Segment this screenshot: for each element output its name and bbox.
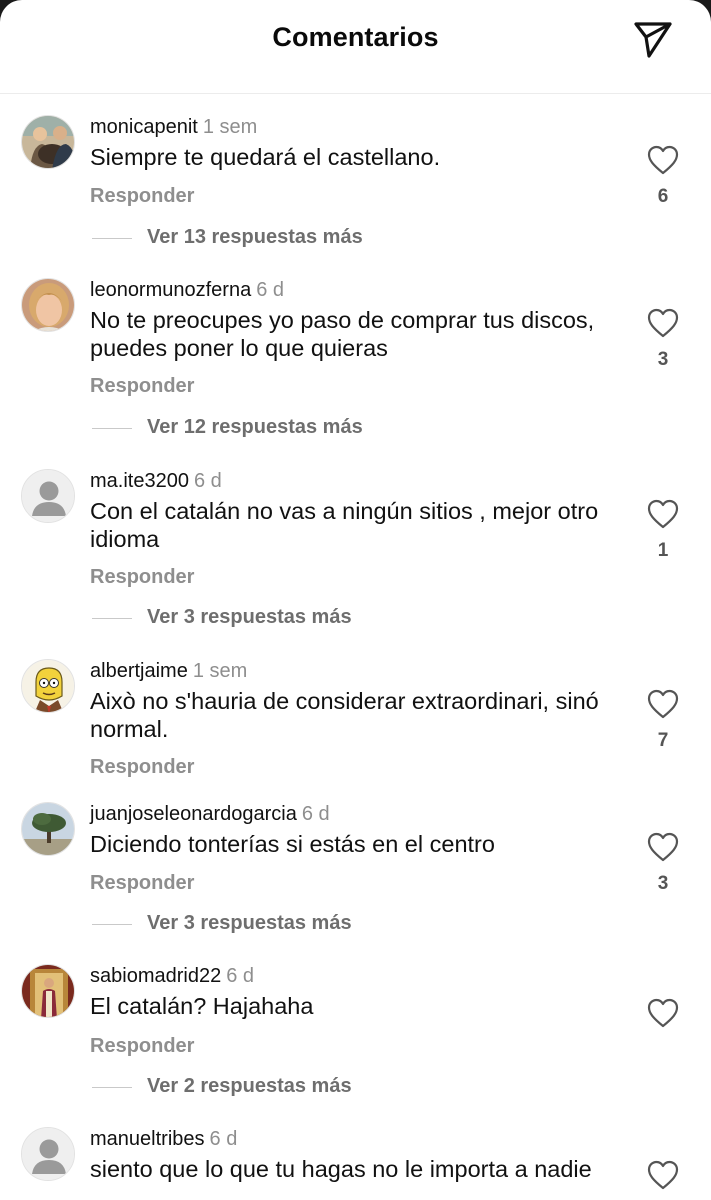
comment-username[interactable]: albertjaime: [90, 660, 188, 682]
comments-header: Comentarios: [0, 0, 711, 94]
replies-divider: [92, 428, 132, 429]
avatar[interactable]: [21, 659, 75, 713]
avatar[interactable]: [21, 1127, 75, 1181]
comment-text: Con el catalán no vas a ningún sitios , …: [90, 498, 599, 552]
comment-text: Això no s'hauria de considerar extraordi…: [90, 688, 599, 742]
comment-text: No te preocupes yo paso de comprar tus d…: [90, 307, 595, 361]
like-count: 6: [657, 186, 669, 207]
reply-button[interactable]: Responder: [90, 872, 194, 895]
like-button[interactable]: [647, 998, 679, 1028]
like-count: 7: [657, 730, 669, 751]
comment-username[interactable]: monicapenit: [90, 116, 198, 138]
comment-username[interactable]: ma.ite3200: [90, 470, 189, 492]
comments-sheet: Comentarios monicapenit 1 sem Siempre te …: [0, 0, 711, 1200]
comment-text: Diciendo tonterías si estás en el centro: [90, 831, 495, 857]
view-replies-label: Ver 2 respuestas más: [147, 1075, 352, 1097]
like-button[interactable]: [647, 499, 679, 529]
heart-icon: [647, 998, 679, 1028]
view-replies-label: Ver 13 respuestas más: [147, 226, 363, 248]
heart-icon: [647, 1160, 679, 1190]
comment-time: 6 d: [209, 1128, 238, 1150]
heart-icon: [647, 689, 679, 719]
like-button[interactable]: [647, 145, 679, 175]
like-count: 3: [657, 349, 669, 370]
comment-username[interactable]: sabiomadrid22: [90, 965, 221, 987]
view-replies-label: Ver 3 respuestas más: [147, 606, 352, 628]
reply-button[interactable]: Responder: [90, 566, 194, 589]
like-button[interactable]: [647, 832, 679, 862]
like-button[interactable]: [647, 689, 679, 719]
reply-button[interactable]: Responder: [90, 375, 194, 398]
page-title: Comentarios: [272, 22, 439, 52]
reply-button[interactable]: Responder: [90, 1035, 194, 1058]
heart-icon: [647, 832, 679, 862]
comment-username[interactable]: leonormunozferna: [90, 279, 251, 301]
like-button[interactable]: [647, 308, 679, 338]
heart-icon: [647, 308, 679, 338]
share-button[interactable]: [632, 18, 674, 60]
avatar[interactable]: [21, 802, 75, 856]
reply-button[interactable]: Responder: [90, 185, 194, 208]
like-count: 3: [657, 873, 669, 894]
replies-divider: [92, 618, 132, 619]
view-replies-label: Ver 3 respuestas más: [147, 912, 352, 934]
comment-text: Siempre te quedará el castellano.: [90, 144, 441, 170]
comment-text: siento que lo que tu hagas no le importa…: [90, 1156, 592, 1182]
comment-text: El catalán? Hajahaha: [90, 993, 314, 1019]
heart-icon: [647, 145, 679, 175]
like-button[interactable]: [647, 1160, 679, 1190]
view-replies-label: Ver 12 respuestas más: [147, 416, 363, 438]
default-user-icon: [22, 1128, 74, 1180]
comment-time: 1 sem: [192, 660, 248, 682]
comment-time: 1 sem: [202, 116, 258, 138]
avatar[interactable]: [21, 115, 75, 169]
default-user-icon: [22, 470, 74, 522]
avatar[interactable]: [21, 964, 75, 1018]
comment-username[interactable]: manueltribes: [90, 1128, 205, 1150]
heart-icon: [647, 499, 679, 529]
reply-button[interactable]: Responder: [90, 756, 194, 779]
send-icon: [634, 22, 672, 58]
comment-time: 6 d: [256, 279, 285, 301]
replies-divider: [92, 924, 132, 925]
avatar[interactable]: [21, 278, 75, 332]
replies-divider: [92, 238, 132, 239]
like-count: 1: [657, 540, 669, 561]
replies-divider: [92, 1087, 132, 1088]
comment-time: 6 d: [301, 803, 330, 825]
comment-time: 6 d: [226, 965, 255, 987]
comment-time: 6 d: [193, 470, 222, 492]
avatar[interactable]: [21, 469, 75, 523]
comment-username[interactable]: juanjoseleonardogarcia: [90, 803, 297, 825]
